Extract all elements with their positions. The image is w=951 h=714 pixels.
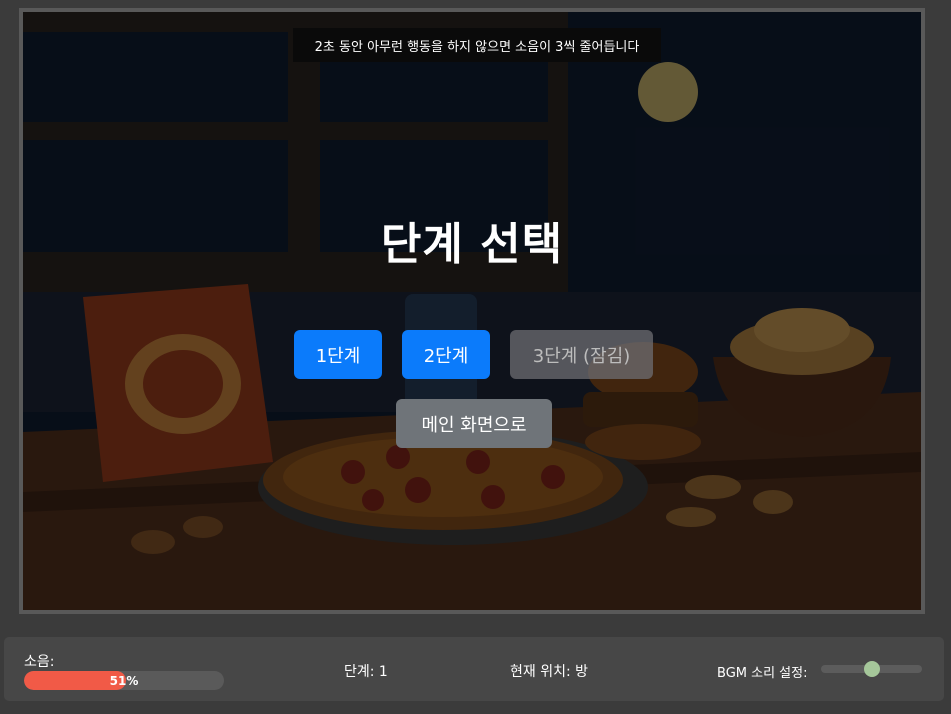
bgm-volume-label: BGM 소리 설정: — [717, 666, 808, 681]
idle-noise-notice: 2초 동안 아무런 행동을 하지 않으면 소음이 3씩 줄어듭니다 — [293, 28, 661, 62]
game-frame: 2초 동안 아무런 행동을 하지 않으면 소음이 3씩 줄어듭니다 단계 선택 … — [19, 8, 925, 614]
stage-select-title: 단계 선택 — [380, 219, 564, 270]
stage-2-button[interactable]: 2단계 — [402, 330, 490, 379]
noise-meter: 51% — [24, 671, 224, 690]
noise-label: 소음: — [24, 654, 55, 670]
stage-1-button[interactable]: 1단계 — [294, 330, 382, 379]
current-location: 현재 위치: 방 — [510, 664, 589, 680]
bgm-volume-slider[interactable] — [821, 661, 922, 677]
status-bar: 소음: 51% 단계: 1 현재 위치: 방 BGM 소리 설정: — [4, 637, 944, 701]
noise-percent: 51% — [109, 673, 139, 688]
stage-3-locked-button[interactable]: 3단계 (잠김) — [510, 330, 653, 379]
dim-overlay — [23, 12, 921, 610]
main-menu-button[interactable]: 메인 화면으로 — [396, 399, 552, 448]
bgm-volume-slider-knob[interactable] — [863, 661, 880, 677]
current-stage: 단계: 1 — [344, 664, 388, 680]
